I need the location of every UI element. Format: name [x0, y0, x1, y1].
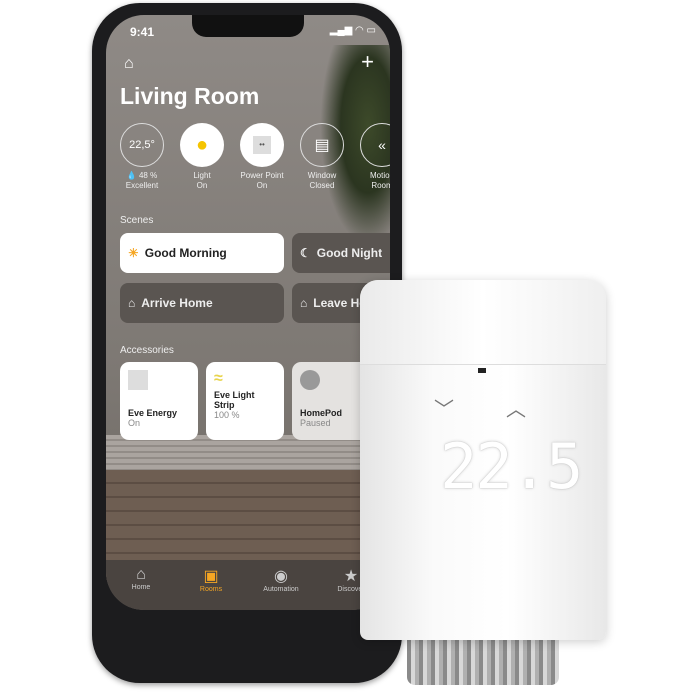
- arrive-icon: ⌂: [128, 296, 136, 310]
- chevron-up-icon[interactable]: ︿: [506, 393, 526, 422]
- scene-good-night[interactable]: ☾ Good Night: [292, 233, 390, 273]
- scene-good-morning[interactable]: ☀ Good Morning: [120, 233, 284, 273]
- thermostat-cap: [360, 280, 606, 365]
- wall-background: [106, 435, 390, 470]
- plus-icon[interactable]: +: [361, 49, 374, 75]
- accessory-eve-light-strip[interactable]: ≈ Eve Light Strip 100 %: [206, 362, 284, 440]
- signal-wifi-battery-icon: ▂▄▆ ◠ ▭: [329, 25, 376, 36]
- chevron-down-icon[interactable]: ﹀: [434, 393, 454, 422]
- lightbulb-icon[interactable]: ●: [180, 123, 224, 167]
- house-icon: ⌂: [136, 566, 146, 583]
- outlet-icon: [128, 370, 148, 390]
- tab-home[interactable]: ⌂ Home: [111, 566, 171, 591]
- page-title: Living Room: [120, 83, 260, 109]
- sensor-window: [478, 368, 486, 373]
- accessory-eve-energy[interactable]: Eve Energy On: [120, 362, 198, 440]
- notch: [192, 15, 304, 37]
- leave-icon: ⌂: [300, 296, 308, 310]
- phone-screen: 9:41 ▂▄▆ ◠ ▭ ⌂ + Living Room 22,5° 💧 48 …: [106, 15, 390, 610]
- homepod-icon: [300, 370, 320, 390]
- light-strip-icon: ≈: [214, 370, 223, 387]
- moon-icon: ☾: [300, 246, 311, 260]
- tab-rooms[interactable]: ▣ Rooms: [181, 566, 241, 593]
- window-icon[interactable]: ▤: [300, 123, 344, 167]
- tile-label: MotionRoom: [369, 171, 390, 190]
- status-time: 9:41: [130, 25, 155, 39]
- rooms-icon: ▣: [203, 568, 219, 585]
- clock-check-icon: ◉: [274, 568, 288, 585]
- accessory-homepod[interactable]: HomePod Paused: [292, 362, 370, 440]
- tab-automation[interactable]: ◉ Automation: [251, 566, 311, 593]
- sunrise-icon: ☀: [128, 246, 139, 260]
- thermostat-display: 22.5: [440, 430, 583, 503]
- scenes-label: Scenes: [120, 215, 154, 226]
- outlet-icon[interactable]: ••: [240, 123, 284, 167]
- scene-arrive-home[interactable]: ⌂ Arrive Home: [120, 283, 284, 323]
- house-icon[interactable]: ⌂: [124, 55, 134, 73]
- temperature-value: 22,5°: [129, 139, 155, 151]
- accessories-label: Accessories: [120, 345, 174, 356]
- tab-bar: ⌂ Home ▣ Rooms ◉ Automation ★ Discover: [106, 560, 390, 610]
- thermostat-tile[interactable]: 22,5°: [120, 123, 164, 167]
